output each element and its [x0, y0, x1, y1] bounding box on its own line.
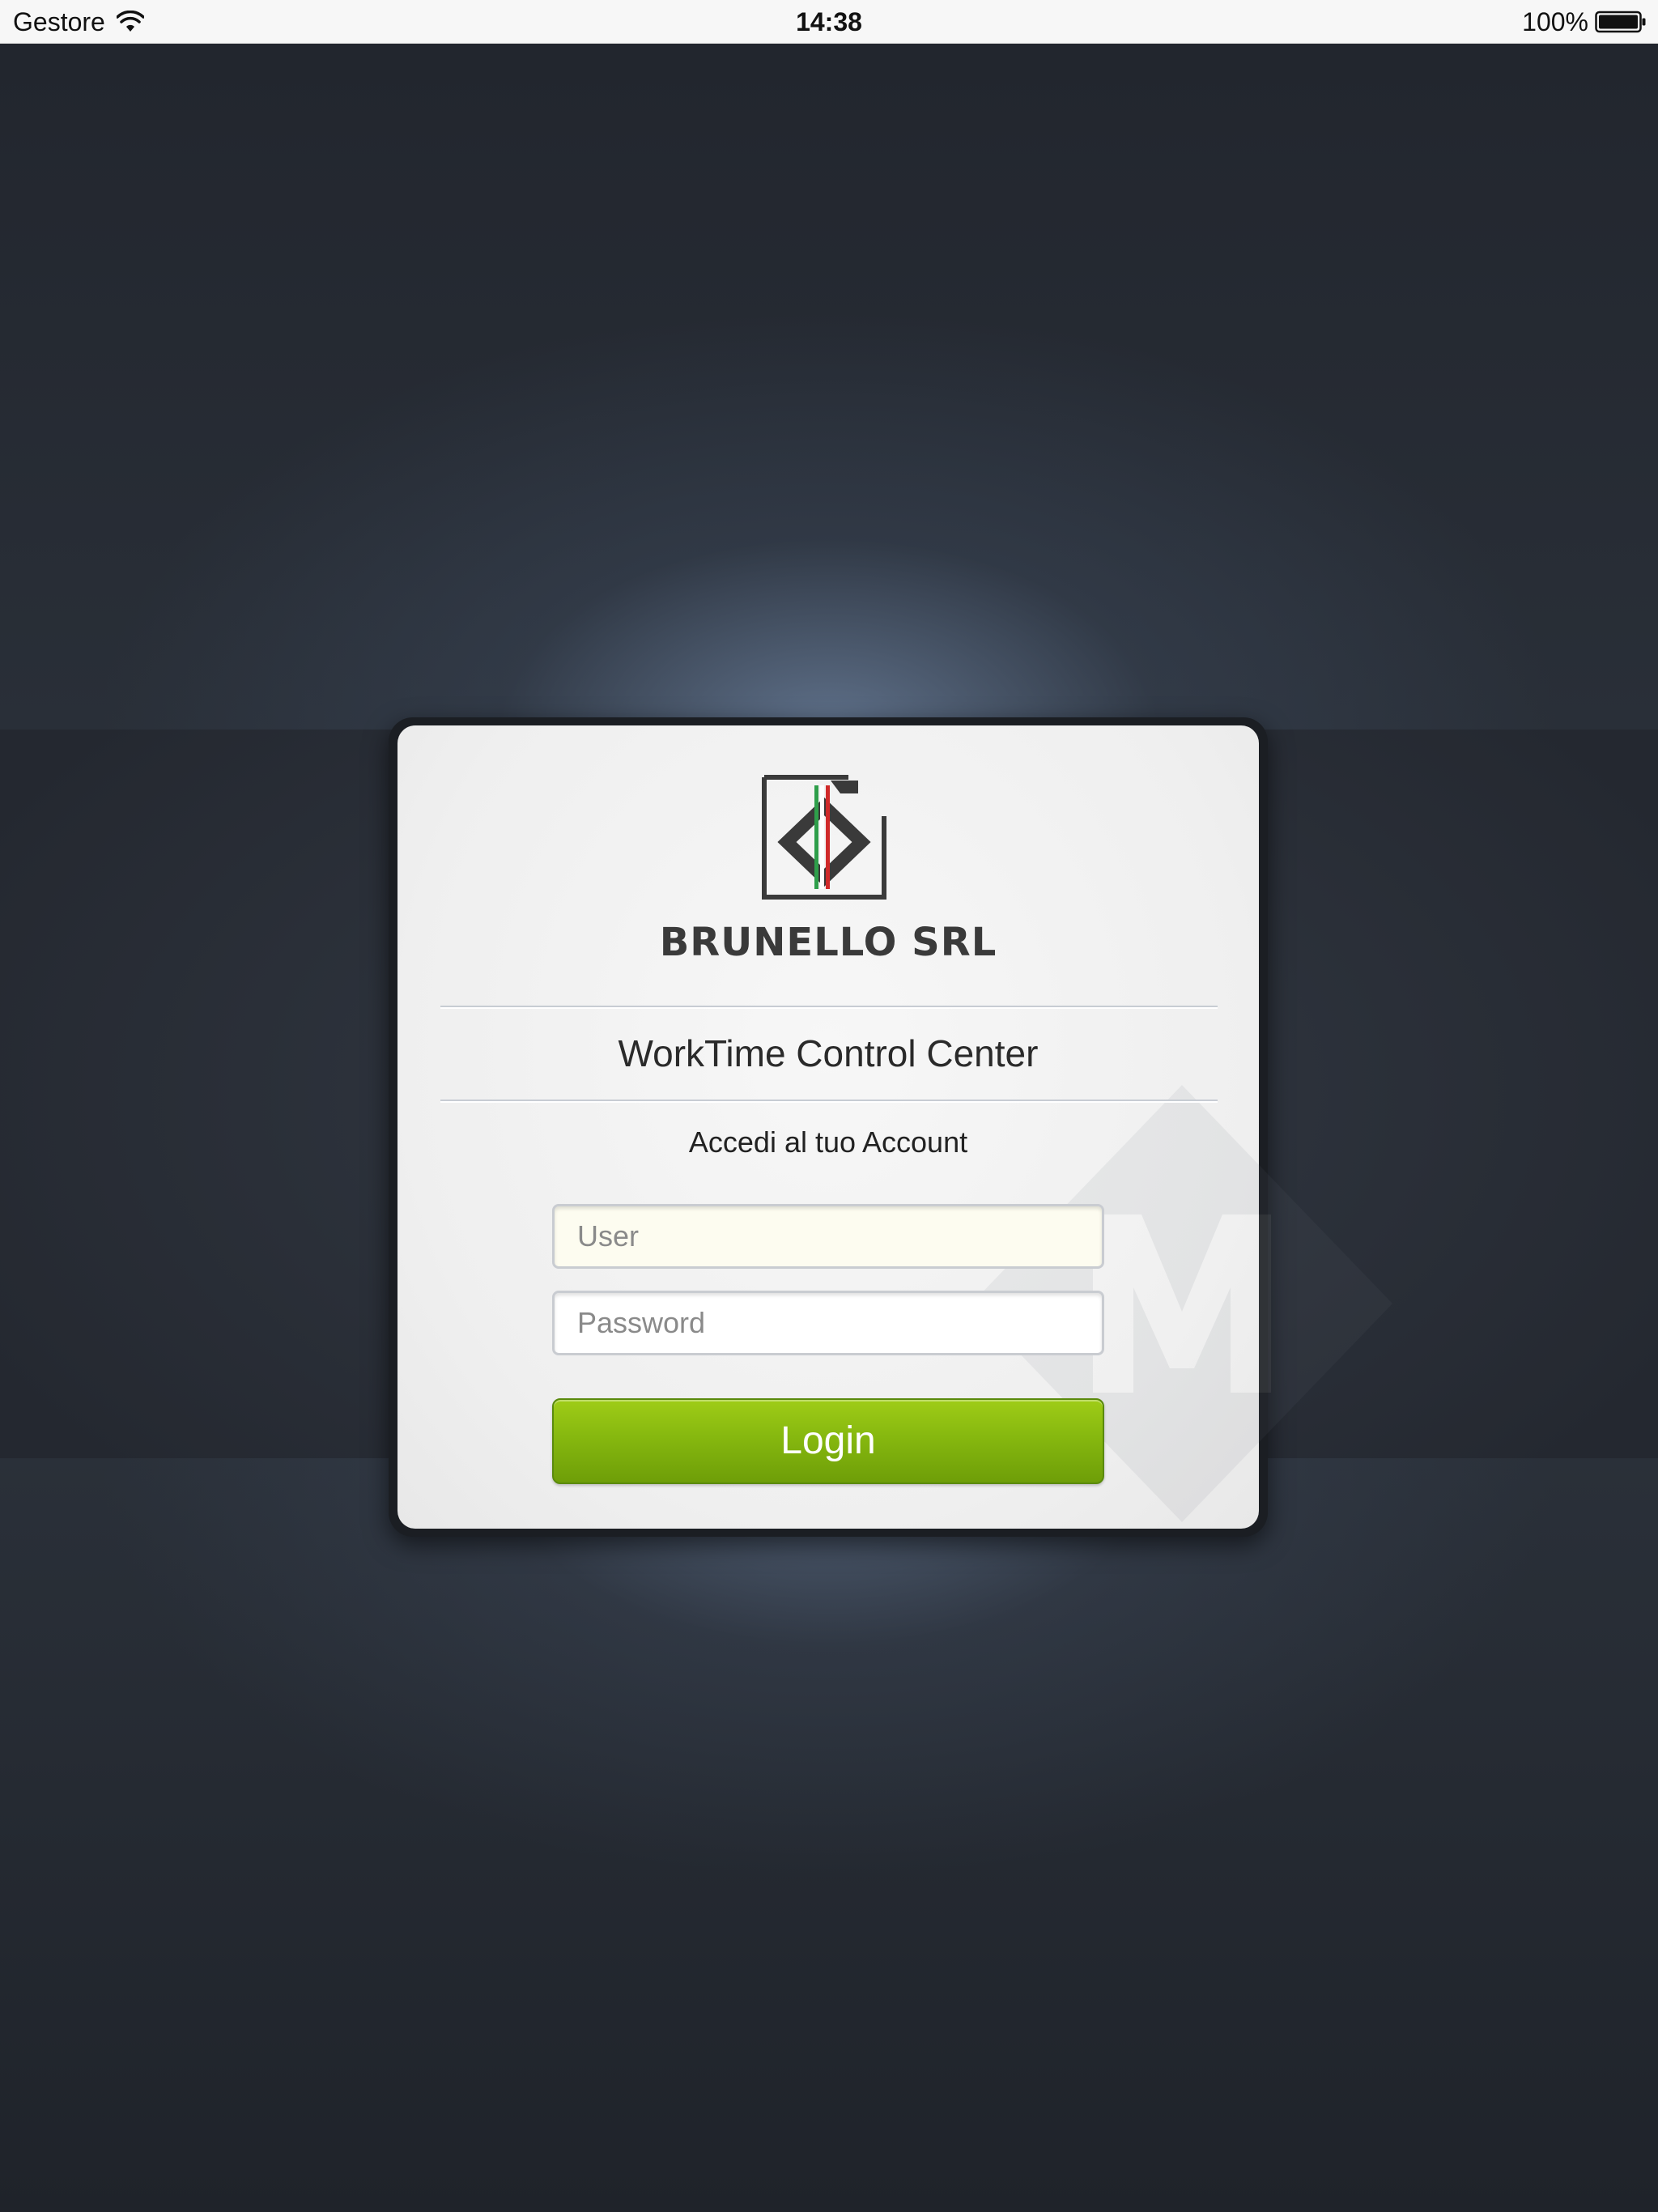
- background-glow-top: [0, 44, 1658, 730]
- divider-bottom: [440, 1100, 1218, 1101]
- login-button[interactable]: Login: [552, 1398, 1104, 1484]
- battery-percentage: 100%: [1522, 6, 1588, 36]
- password-input[interactable]: [552, 1291, 1104, 1355]
- battery-icon: [1595, 11, 1646, 33]
- brunello-logo-icon: [762, 775, 886, 900]
- status-bar: Gestore 14:38 100%: [0, 0, 1658, 44]
- company-name: BRUNELLO SRL: [659, 920, 997, 965]
- app-title: WorkTime Control Center: [618, 1032, 1039, 1074]
- login-subtitle: Accedi al tuo Account: [688, 1125, 968, 1159]
- status-time: 14:38: [796, 7, 862, 36]
- divider-top: [440, 1006, 1218, 1007]
- background-glow-bottom: [0, 1458, 1658, 2212]
- user-input[interactable]: [552, 1204, 1104, 1269]
- status-right: 100%: [1522, 0, 1647, 44]
